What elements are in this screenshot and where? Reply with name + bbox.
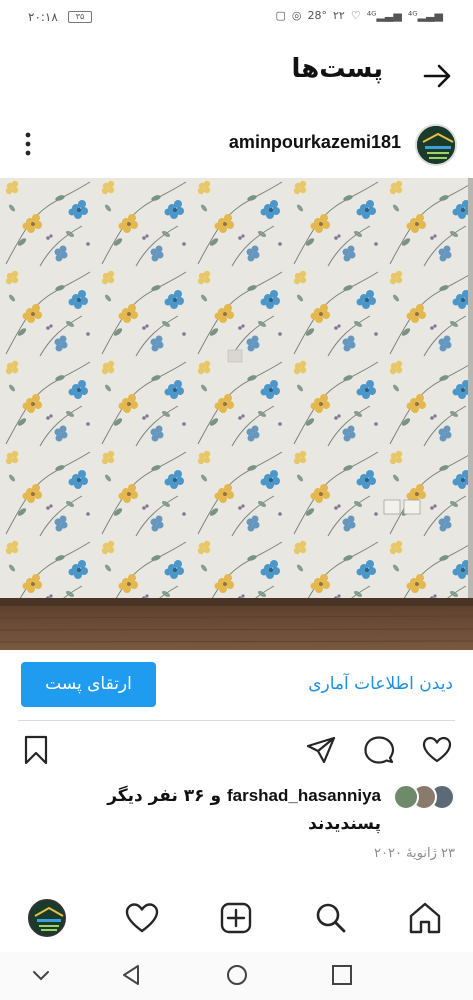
status-icons: ▢ ◎ 28° ۲۲ ♡ ⁴ᴳ▂▃▅ ⁴ᴳ▂▃▅: [275, 9, 443, 22]
liked-label: پسندیدند: [308, 814, 381, 834]
promote-post-button[interactable]: ارتقای پست: [21, 662, 156, 707]
post-photo[interactable]: [0, 178, 473, 650]
hide-nav-chevron-icon[interactable]: [28, 962, 54, 988]
share-send-icon[interactable]: [305, 734, 337, 766]
home-icon[interactable]: [407, 900, 443, 936]
other-likers-count[interactable]: و ۳۶ نفر دیگر: [107, 786, 221, 806]
liker-avatar: [393, 784, 419, 810]
post-actions-row: [0, 732, 473, 772]
likes-summary[interactable]: farshad_hasanniya و ۳۶ نفر دیگر: [107, 786, 381, 806]
post-date: ۲۳ ژانویهٔ ۲۰۲۰: [374, 846, 455, 861]
post-author-row: aminpourkazemi181: [0, 118, 473, 172]
save-bookmark-icon[interactable]: [20, 734, 52, 766]
heart-status-icon: ♡: [350, 9, 361, 22]
signal-icon-2: ⁴ᴳ▂▃▅: [407, 9, 443, 22]
recents-square-icon[interactable]: [329, 962, 355, 988]
back-triangle-icon[interactable]: [118, 962, 144, 988]
home-circle-icon[interactable]: [224, 962, 250, 988]
page-title: پست‌ها: [291, 54, 383, 84]
status-count: ۲۲: [332, 9, 345, 22]
status-bar: ۲۰:۱۸ ۳۵ ▢ ◎ 28° ۲۲ ♡ ⁴ᴳ▂▃▅ ⁴ᴳ▂▃▅: [0, 0, 473, 36]
view-insights-link[interactable]: دیدن اطلاعات آماری: [308, 674, 453, 694]
profile-tab-avatar[interactable]: [28, 899, 66, 937]
new-post-icon[interactable]: [218, 900, 254, 936]
clock: ۲۰:۱۸: [28, 10, 58, 24]
temperature: 28°: [307, 9, 327, 22]
page-header: پست‌ها: [0, 48, 473, 104]
author-username[interactable]: aminpourkazemi181: [229, 132, 401, 153]
like-heart-icon[interactable]: [421, 734, 453, 766]
system-navigation-bar: [0, 952, 473, 1000]
promote-row: ارتقای پست دیدن اطلاعات آماری: [0, 662, 473, 714]
author-avatar[interactable]: [415, 124, 457, 166]
bottom-tab-bar: [0, 892, 473, 944]
back-arrow-icon[interactable]: [419, 58, 455, 94]
more-options-icon[interactable]: [20, 130, 36, 158]
signal-icon: ⁴ᴳ▂▃▅: [366, 9, 402, 22]
battery-icon: ۳۵: [68, 11, 92, 23]
likes-row: farshad_hasanniya و ۳۶ نفر دیگر: [0, 782, 473, 812]
activity-heart-icon[interactable]: [124, 900, 160, 936]
search-icon[interactable]: [313, 900, 349, 936]
comment-icon[interactable]: [363, 734, 395, 766]
instagram-icon: ◎: [291, 9, 302, 22]
notification-icon: ▢: [275, 9, 286, 22]
liker-avatars[interactable]: [389, 784, 455, 810]
divider: [18, 720, 455, 721]
first-liker-username[interactable]: farshad_hasanniya: [227, 786, 381, 805]
